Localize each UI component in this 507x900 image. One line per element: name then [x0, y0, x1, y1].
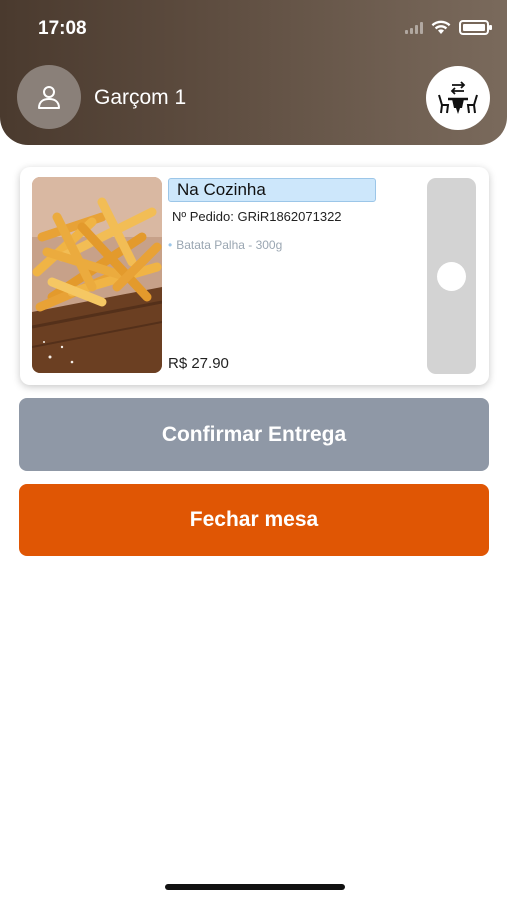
- avatar[interactable]: [17, 65, 81, 129]
- battery-icon: [459, 20, 492, 35]
- slide-toggle[interactable]: [427, 178, 476, 374]
- switch-table-button[interactable]: [426, 66, 490, 130]
- item-label: Batata Palha - 300g: [176, 238, 283, 252]
- fries-image: [32, 177, 162, 373]
- waiter-name: Garçom 1: [94, 86, 187, 109]
- bullet-icon: •: [168, 238, 173, 252]
- wifi-icon: [431, 20, 451, 34]
- cellular-signal-icon: [405, 21, 423, 34]
- slide-toggle-knob[interactable]: [437, 262, 466, 291]
- status-icons: [405, 20, 492, 35]
- status-badge: Na Cozinha: [168, 178, 376, 202]
- user-icon: [38, 86, 60, 109]
- order-price: R$ 27.90: [168, 355, 229, 372]
- list-item: • Batata Palha - 300g: [168, 238, 282, 252]
- order-card[interactable]: Na Cozinha Nº Pedido: GRiR1862071322 • Ba…: [20, 167, 489, 385]
- confirm-delivery-button[interactable]: Confirmar Entrega: [19, 398, 489, 471]
- close-table-button[interactable]: Fechar mesa: [19, 484, 489, 556]
- app-header: 17:08 Garçom 1: [0, 0, 507, 145]
- home-indicator[interactable]: [165, 884, 345, 890]
- order-number: Nº Pedido: GRiR1862071322: [172, 209, 342, 224]
- status-time: 17:08: [38, 18, 87, 39]
- table-swap-icon: [438, 81, 478, 114]
